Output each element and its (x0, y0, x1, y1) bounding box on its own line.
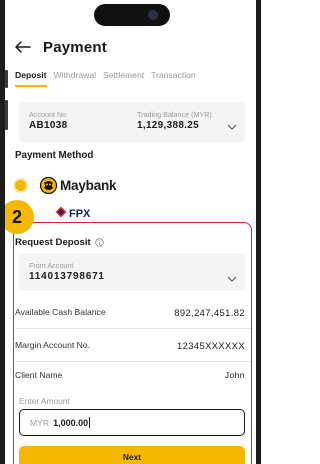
tab-transaction[interactable]: Transaction (151, 70, 196, 87)
text-caret (89, 417, 91, 428)
trading-balance-value: 1,129,388.25 (137, 120, 199, 131)
payment-screen: Payment Deposit Withdrawal Settlement Tr… (5, 0, 256, 464)
chevron-down-icon (227, 117, 237, 135)
tab-deposit[interactable]: Deposit (15, 70, 47, 87)
chevron-down-icon (227, 269, 237, 287)
divider (15, 328, 251, 329)
available-cash-value: 892,247,451.82 (174, 307, 245, 318)
from-account-label: From Account (29, 261, 74, 270)
amount-input[interactable]: MYR 1,000.00 (19, 409, 245, 436)
enter-amount-label: Enter Amount (19, 396, 70, 406)
maybank-label: Maybank (60, 177, 117, 193)
payment-method-title: Payment Method (15, 150, 94, 161)
from-account-selector[interactable]: From Account 114013798671 (19, 253, 245, 291)
margin-account-row: Margin Account No. 12345XXXXXX (15, 340, 245, 351)
info-icon[interactable] (95, 238, 104, 247)
request-deposit-title: Request Deposit (15, 237, 104, 248)
available-cash-label: Available Cash Balance (15, 307, 106, 317)
next-button[interactable]: Next (19, 446, 245, 464)
trading-balance-label: Trading Balance (MYR) (137, 110, 212, 119)
client-name-label: Client Name (15, 370, 63, 380)
payment-option-fpx[interactable]: FPX (55, 205, 90, 223)
account-selector[interactable]: Account No. AB1038 Trading Balance (MYR)… (19, 102, 245, 142)
client-name-row: Client Name John (15, 370, 245, 380)
back-arrow-icon[interactable] (13, 37, 33, 57)
phone-bezel-right (256, 0, 261, 464)
amount-value: 1,000.00 (53, 417, 89, 428)
fpx-logo-icon (55, 205, 67, 223)
radio-selected-icon[interactable] (15, 179, 26, 191)
from-account-value: 114013798671 (29, 271, 105, 282)
divider (15, 361, 251, 362)
account-value: AB1038 (29, 120, 68, 131)
available-cash-row: Available Cash Balance 892,247,451.82 (15, 307, 245, 318)
currency-label: MYR (30, 417, 50, 428)
client-name-value: John (224, 370, 245, 380)
tab-settlement[interactable]: Settlement (103, 70, 144, 87)
margin-account-label: Margin Account No. (15, 340, 90, 350)
fpx-label: FPX (69, 208, 91, 220)
request-deposit-label: Request Deposit (15, 237, 91, 248)
payment-option-maybank[interactable]: Maybank (15, 174, 117, 196)
tab-bar: Deposit Withdrawal Settlement Transactio… (15, 70, 196, 87)
header: Payment (5, 32, 256, 62)
margin-account-value: 12345XXXXXX (177, 340, 245, 351)
step-number-badge: 2 (0, 200, 34, 234)
tab-withdrawal[interactable]: Withdrawal (54, 70, 97, 87)
account-label: Account No. (29, 110, 69, 119)
page-title: Payment (43, 38, 107, 56)
maybank-tiger-logo-icon (40, 176, 57, 194)
